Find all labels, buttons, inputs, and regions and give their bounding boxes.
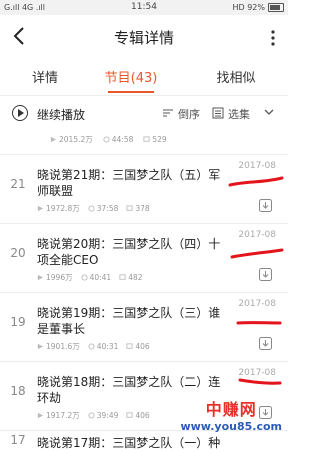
play-count: 1972.8万 — [46, 204, 80, 213]
download-icon[interactable] — [259, 268, 272, 281]
comment-icon — [126, 412, 133, 418]
tab-episodes[interactable]: 节目(43) — [91, 67, 171, 86]
play-count-icon — [37, 205, 44, 212]
episode-date: 2017-08 — [238, 230, 276, 240]
network-status: HD 92% — [232, 3, 266, 12]
comment-count: 406 — [135, 342, 150, 351]
partial-row-meta: 2015.2万 44:58 529 — [50, 134, 167, 145]
play-count: 1901.6万 — [46, 342, 80, 351]
comment-count: 529 — [152, 135, 167, 144]
episode-row[interactable]: 21 晓说第21期：三国梦之队（五）军师联盟 2017-08 1972.8万 3… — [0, 155, 288, 224]
download-icon[interactable] — [259, 337, 272, 350]
episode-index: 20 — [10, 246, 26, 260]
tab-details[interactable]: 详情 — [5, 67, 85, 86]
list-item-partial[interactable]: 2015.2万 44:58 529 — [0, 128, 288, 155]
episode-index: 17 — [10, 433, 26, 447]
duration: 37:58 — [96, 204, 119, 213]
episode-row[interactable]: 19 晓说第19期：三国梦之队（三）谁是董事长 2017-08 1901.6万 … — [0, 293, 288, 362]
comment-count: 378 — [135, 204, 150, 213]
comment-count: 406 — [135, 411, 150, 420]
episode-date: 2017-08 — [238, 299, 276, 309]
tab-similar[interactable]: 找相似 — [196, 67, 276, 86]
play-count-icon — [50, 136, 57, 143]
app-header: 专辑详情 — [0, 15, 288, 59]
status-bar: G.ıll 4G .ıll 11:54 HD 92% — [0, 0, 288, 15]
status-right: HD 92% — [232, 3, 284, 12]
duration: 44:58 — [111, 135, 134, 144]
episode-index: 18 — [10, 384, 26, 398]
clock-icon — [103, 136, 110, 143]
duration: 40:31 — [96, 342, 119, 351]
playlist-toolbar: 继续播放 倒序 选集 — [0, 96, 288, 132]
episode-meta: 1917.2万 39:49 406 — [37, 410, 150, 421]
play-count: 1917.2万 — [46, 411, 80, 420]
tab-bar: 详情 节目(43) 找相似 — [0, 59, 288, 96]
download-icon[interactable] — [259, 199, 272, 212]
episode-row[interactable]: 20 晓说第20期：三国梦之队（四）十项全能CEO 2017-08 1996万 … — [0, 224, 288, 293]
watermark-url: www.you85.com — [180, 420, 282, 433]
red-annotation-mark — [228, 176, 284, 187]
watermark: 中赚网 www.you85.com — [180, 396, 282, 433]
chevron-down-icon[interactable] — [264, 108, 274, 116]
episode-meta: 1972.8万 37:58 378 — [37, 203, 150, 214]
episode-index: 19 — [10, 315, 26, 329]
episode-title[interactable]: 晓说第19期：三国梦之队（三）谁是董事长 — [37, 305, 227, 337]
play-count-icon — [37, 274, 44, 281]
play-count: 1996万 — [46, 273, 73, 282]
comment-icon — [143, 136, 150, 142]
more-options-icon[interactable] — [270, 29, 276, 47]
episode-index: 21 — [10, 177, 26, 191]
page-title: 专辑详情 — [113, 29, 174, 47]
red-annotation-mark — [238, 378, 282, 385]
episode-meta: 1901.6万 40:31 406 — [37, 341, 150, 352]
comment-icon — [126, 205, 133, 211]
episode-row[interactable]: 17 晓说第17期：三国梦之队（一）种 — [0, 431, 288, 451]
duration: 40:41 — [89, 273, 112, 282]
episode-title[interactable]: 晓说第20期：三国梦之队（四）十项全能CEO — [37, 236, 227, 268]
battery-icon — [268, 3, 284, 12]
select-episodes-icon[interactable] — [212, 107, 224, 119]
continue-play-button[interactable]: 继续播放 — [37, 106, 85, 123]
sort-button[interactable]: 倒序 — [178, 106, 200, 122]
clock-icon — [88, 343, 95, 350]
comment-icon — [126, 343, 133, 349]
watermark-title: 中赚网 — [205, 400, 257, 419]
comment-count: 482 — [128, 273, 143, 282]
play-count-icon — [37, 343, 44, 350]
clock-icon — [88, 412, 95, 419]
active-tab-indicator — [108, 91, 154, 93]
episode-title[interactable]: 晓说第17期：三国梦之队（一）种 — [37, 435, 227, 451]
red-annotation-mark — [230, 248, 284, 259]
clock-icon — [81, 274, 88, 281]
select-episodes-button[interactable]: 选集 — [228, 106, 250, 122]
red-annotation-mark — [236, 321, 282, 325]
comment-icon — [119, 274, 126, 280]
play-icon[interactable] — [12, 105, 28, 121]
play-count: 2015.2万 — [59, 135, 93, 144]
play-count-icon — [37, 412, 44, 419]
episode-meta: 1996万 40:41 482 — [37, 272, 143, 283]
sort-icon[interactable] — [162, 107, 174, 119]
episode-date: 2017-08 — [238, 161, 276, 171]
clock-icon — [88, 205, 95, 212]
episode-title[interactable]: 晓说第21期：三国梦之队（五）军师联盟 — [37, 167, 227, 199]
duration: 39:49 — [96, 411, 119, 420]
